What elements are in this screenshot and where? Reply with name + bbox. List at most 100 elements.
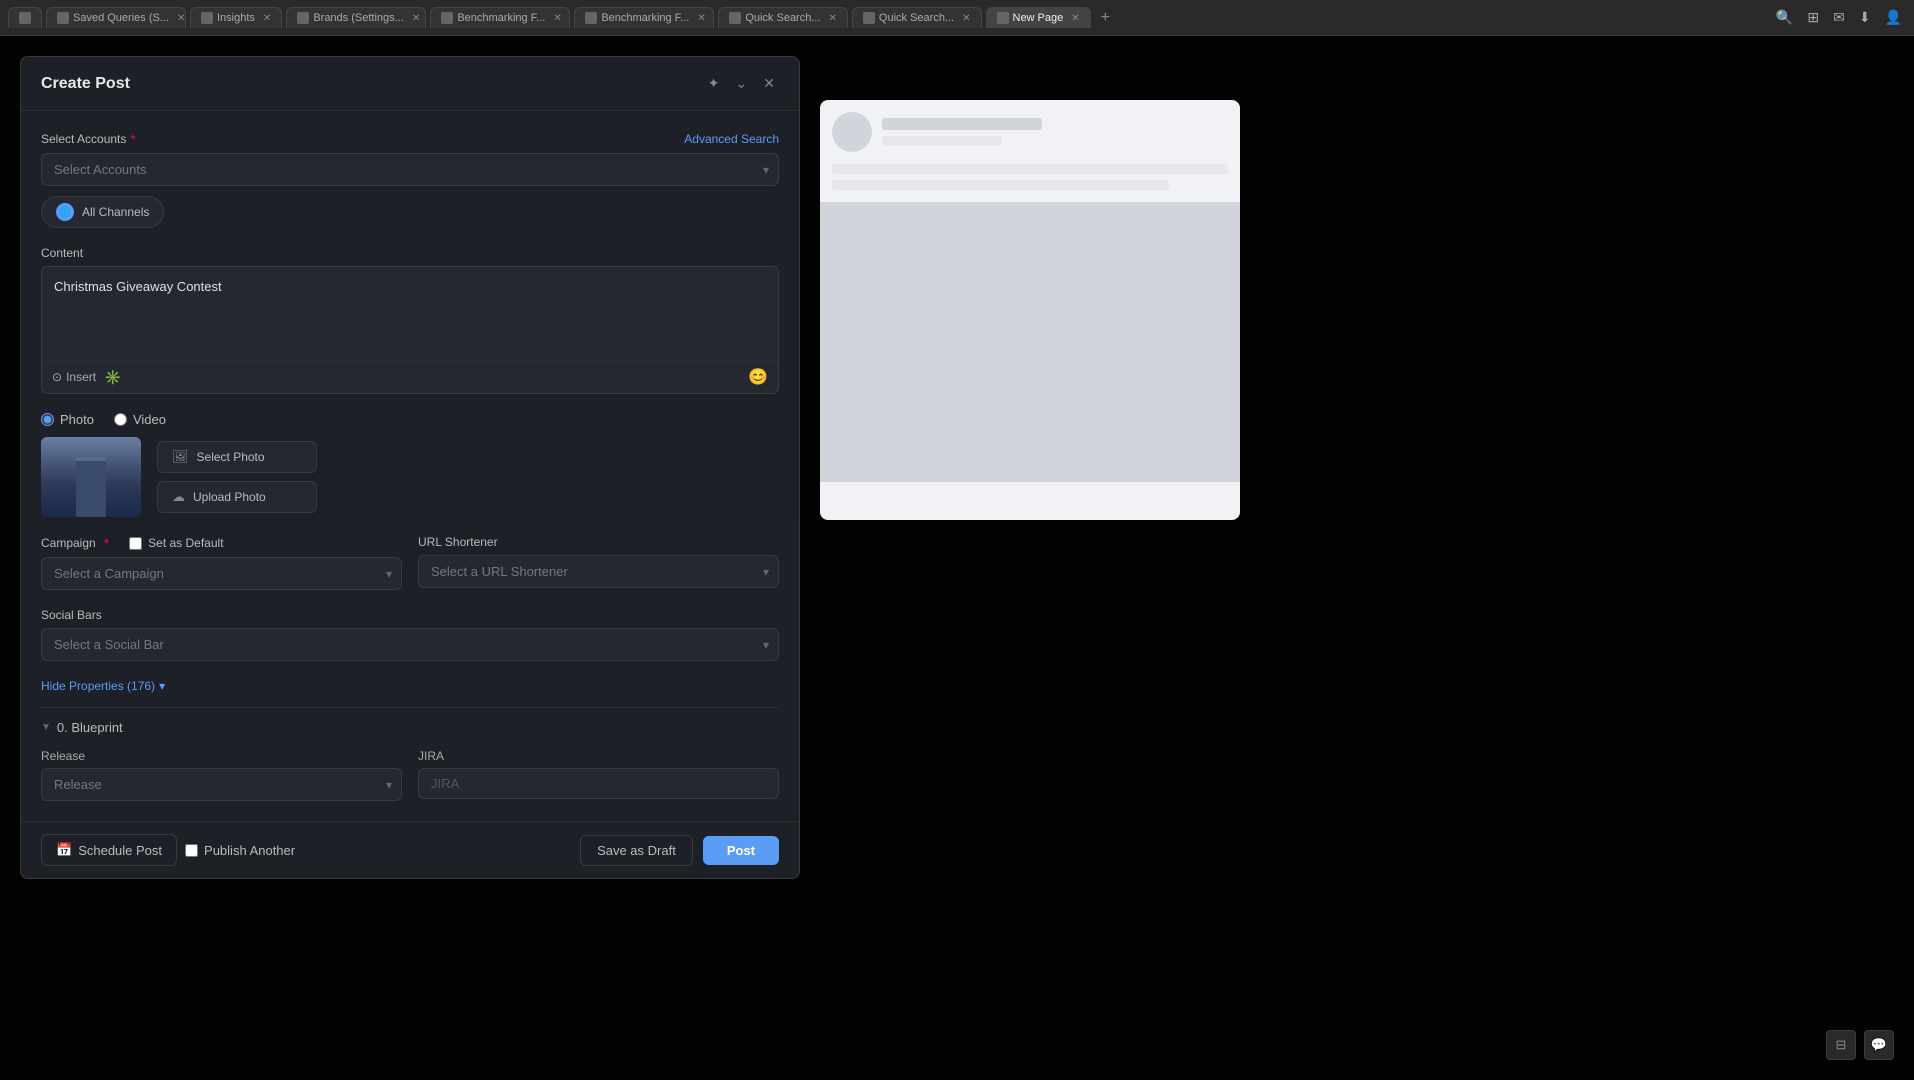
tab-favicon (997, 12, 1009, 24)
tab-saved-queries[interactable]: Saved Queries (S... ✕ (46, 7, 186, 28)
social-bars-wrapper: Select a Social Bar ▾ (41, 628, 779, 661)
modal-title: Create Post (41, 75, 130, 93)
tab-close-icon[interactable]: ✕ (412, 13, 420, 24)
photo-upload-area: 🖼 Select Photo ☁ Upload Photo (41, 437, 779, 517)
required-indicator: * (104, 535, 109, 551)
grid-icon[interactable]: ⊞ (1803, 7, 1823, 28)
video-radio[interactable] (114, 413, 127, 426)
create-post-modal: Create Post ✦ ⌄ ✕ Select Accounts * Adva… (20, 56, 800, 879)
insert-button[interactable]: ⊙ Insert (52, 370, 96, 384)
select-accounts-section: Select Accounts * Advanced Search Select… (41, 131, 779, 228)
tab-label: Benchmarking F... (457, 12, 545, 24)
tab-label: Benchmarking F... (601, 12, 689, 24)
emoji-button[interactable]: 😊 (748, 367, 768, 387)
url-shortener-wrapper: Select a URL Shortener ▾ (418, 555, 779, 588)
tab-benchmarking-1[interactable]: Benchmarking F... ✕ (430, 7, 570, 28)
hide-properties-button[interactable]: Hide Properties (176) ▾ (41, 679, 779, 693)
minimize-button[interactable]: ⌄ (732, 71, 752, 96)
tab-new-page[interactable]: New Page ✕ (986, 7, 1091, 28)
tab-brands[interactable]: Brands (Settings... ✕ (286, 7, 426, 28)
schedule-post-button[interactable]: 📅 Schedule Post (41, 834, 177, 866)
photo-radio-label[interactable]: Photo (41, 412, 94, 427)
all-channels-button[interactable]: 🌐 All Channels (41, 196, 164, 228)
social-bars-dropdown[interactable]: Select a Social Bar (41, 628, 779, 661)
tab-close-icon[interactable]: ✕ (177, 13, 185, 24)
blueprint-header[interactable]: ▼ 0. Blueprint (41, 720, 779, 735)
preview-name-lines (882, 118, 1042, 146)
comment-icon[interactable]: 💬 (1864, 1030, 1894, 1060)
publish-another-label[interactable]: Publish Another (185, 843, 295, 858)
content-area: ⊙ Insert ✳️ 😊 (41, 266, 779, 394)
url-shortener-label: URL Shortener (418, 535, 779, 549)
advanced-search-link[interactable]: Advanced Search (684, 132, 779, 146)
tab-benchmarking-2[interactable]: Benchmarking F... ✕ (574, 7, 714, 28)
sparkle-icon[interactable]: ✳️ (104, 369, 121, 386)
modal-footer: 📅 Schedule Post Publish Another Save as … (21, 821, 799, 878)
tab-quick-search-1[interactable]: Quick Search... ✕ (718, 7, 848, 28)
release-label: Release (41, 749, 402, 763)
tab-close-icon[interactable]: ✕ (962, 13, 970, 24)
modal-body: Select Accounts * Advanced Search Select… (21, 111, 799, 821)
preview-avatar (832, 112, 872, 152)
campaign-label-row: Campaign * Set as Default (41, 535, 402, 551)
photo-radio[interactable] (41, 413, 54, 426)
tab-label: New Page (1013, 12, 1064, 24)
post-button[interactable]: Post (703, 836, 779, 865)
toolbar-left: ⊙ Insert ✳️ (52, 369, 122, 386)
download-icon[interactable]: ⬇ (1855, 7, 1875, 28)
jira-label: JIRA (418, 749, 779, 763)
tab-close-icon[interactable]: ✕ (263, 13, 271, 24)
publish-another-checkbox[interactable] (185, 844, 198, 857)
tab-favicon (57, 12, 69, 24)
select-accounts-label: Select Accounts * Advanced Search (41, 131, 779, 147)
post-preview-panel (820, 100, 1240, 520)
browser-toolbar-icons: 🔍 ⊞ ✉ ⬇ 👤 (1772, 7, 1906, 28)
tab-label: Insights (217, 12, 255, 24)
chevron-down-icon: ▼ (41, 722, 51, 733)
tab-close-icon[interactable]: ✕ (697, 13, 705, 24)
required-indicator: * (130, 131, 135, 147)
tab-favicon (441, 12, 453, 24)
preview-image-area (820, 202, 1240, 482)
tab-label: Quick Search... (879, 12, 954, 24)
preview-name-line (882, 118, 1042, 130)
tab-close-icon[interactable]: ✕ (553, 13, 561, 24)
layout-icon[interactable]: ⊟ (1826, 1030, 1856, 1060)
set-as-default-checkbox[interactable] (129, 537, 142, 550)
tab-label: Saved Queries (S... (73, 12, 169, 24)
tab-close-icon[interactable]: ✕ (1071, 13, 1079, 24)
select-accounts-wrapper: Select Accounts ▾ (41, 153, 779, 186)
campaign-dropdown[interactable]: Select a Campaign (41, 557, 402, 590)
content-textarea[interactable] (42, 267, 778, 357)
calendar-icon: 📅 (56, 842, 72, 858)
campaign-url-row: Campaign * Set as Default Select a Campa… (41, 535, 779, 590)
search-icon[interactable]: 🔍 (1772, 7, 1797, 28)
jira-input[interactable] (418, 768, 779, 799)
tab-close-icon[interactable]: ✕ (829, 13, 837, 24)
preview-header (820, 100, 1240, 164)
tab-insights[interactable]: Insights ✕ (190, 7, 282, 28)
upload-photo-button[interactable]: ☁ Upload Photo (157, 481, 317, 513)
circle-icon: ⊙ (52, 370, 62, 384)
jira-field: JIRA (418, 749, 779, 801)
close-button[interactable]: ✕ (759, 71, 779, 96)
mail-icon[interactable]: ✉ (1829, 7, 1849, 28)
expand-button[interactable]: ✦ (704, 71, 724, 96)
tab-quick-search-2[interactable]: Quick Search... ✕ (852, 7, 982, 28)
save-as-draft-button[interactable]: Save as Draft (580, 835, 693, 866)
select-photo-button[interactable]: 🖼 Select Photo (157, 441, 317, 473)
release-dropdown[interactable]: Release (41, 768, 402, 801)
new-tab-button[interactable]: + (1095, 7, 1116, 29)
media-type-section: Photo Video 🖼 Select Photo (41, 412, 779, 517)
cloud-upload-icon: ☁ (172, 489, 185, 505)
select-accounts-dropdown[interactable]: Select Accounts (41, 153, 779, 186)
user-icon[interactable]: 👤 (1881, 7, 1906, 28)
set-as-default-label[interactable]: Set as Default (129, 536, 223, 550)
url-shortener-dropdown[interactable]: Select a URL Shortener (418, 555, 779, 588)
social-bars-section: Social Bars Select a Social Bar ▾ (41, 608, 779, 661)
footer-left: 📅 Schedule Post Publish Another (41, 834, 295, 866)
tab-home[interactable] (8, 7, 42, 28)
blueprint-section: ▼ 0. Blueprint Release Release ▾ (41, 707, 779, 801)
video-radio-label[interactable]: Video (114, 412, 166, 427)
tab-label: Brands (Settings... (313, 12, 404, 24)
